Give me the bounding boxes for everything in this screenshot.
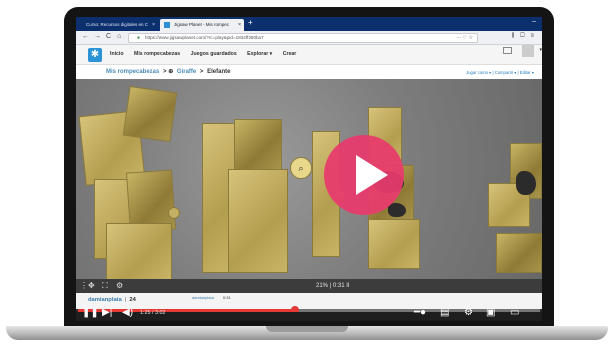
settings-icon[interactable]: ✥ xyxy=(88,281,95,290)
plus-icon[interactable]: + xyxy=(248,18,253,27)
puzzle-piece[interactable] xyxy=(228,169,288,273)
play-icon[interactable] xyxy=(356,155,388,195)
puzzle-actions: Jugar como ▾ | Compartir ▾ | Editar ▾ xyxy=(466,70,534,75)
lock-icon: ● xyxy=(137,35,141,41)
magnifier-icon[interactable]: ⌕ xyxy=(290,157,312,179)
volume-icon[interactable]: ◀) xyxy=(122,307,133,318)
menu-mis-rompecabezas[interactable]: Mis rompecabezas xyxy=(134,51,180,57)
breadcrumb-parent[interactable]: Giraffe xyxy=(177,69,196,75)
tab-title: Jigsaw Planet - Mis rompec xyxy=(174,22,230,27)
autoplay-toggle-icon[interactable]: ━● xyxy=(414,307,426,318)
puzzle-progress: 21% | 0:31 II xyxy=(316,283,350,289)
username-link[interactable]: damianplata xyxy=(88,297,122,303)
video-controls: ❚❚ ▶| ◀) 1:25 / 3:02 ━● ▤ ⚙ ▣ ▭ xyxy=(76,307,542,321)
pause-icon[interactable]: ❚❚ xyxy=(82,307,99,318)
miniplayer-icon[interactable]: ▣ xyxy=(486,307,495,318)
browser-tab-active[interactable]: Jigsaw Planet - Mis rompec × xyxy=(160,19,244,31)
browser-tab[interactable]: Curso: Recursos digitales en C × xyxy=(82,19,158,31)
close-icon[interactable]: × xyxy=(152,19,155,31)
laptop-notch xyxy=(266,326,348,332)
separator: > xyxy=(199,69,204,75)
menu-inicio[interactable]: Inicio xyxy=(110,51,124,57)
site-menu: Inicio Mis rompecabezas Juegos guardados… xyxy=(110,51,305,57)
meta-user[interactable]: damianplata xyxy=(192,295,214,300)
minimize-icon[interactable]: – xyxy=(532,18,536,25)
next-icon[interactable]: ▶| xyxy=(102,307,112,318)
browser-toolbar: ← → C ⌂ ● https://www.jigsawplanet.com/?… xyxy=(76,31,542,45)
toolbar-icons[interactable]: ⫼ ▢ ≡ xyxy=(512,33,536,40)
breadcrumb-root[interactable]: Mis rompecabezas xyxy=(106,69,159,75)
fullscreen-icon[interactable]: ⛶ xyxy=(102,281,108,291)
menu-icon[interactable]: ⋮ xyxy=(80,281,88,290)
separator: > ⊕ xyxy=(163,69,174,75)
mail-icon[interactable] xyxy=(503,47,512,54)
page-actions-icon[interactable]: ··· ♡ ☆ xyxy=(456,34,473,42)
chevron-down-icon[interactable]: ▾ xyxy=(539,47,542,53)
elephant-silhouette xyxy=(516,171,536,195)
browser-tab-bar: Curso: Recursos digitales en C × Jigsaw … xyxy=(76,17,542,31)
meta-time: 0:31 xyxy=(222,295,231,300)
url-text: https://www.jigsawplanet.com/?rc=play&pi… xyxy=(145,35,264,40)
piece-knob xyxy=(168,207,180,219)
home-icon[interactable]: ⌂ xyxy=(117,33,121,40)
edit-link[interactable]: Editar ▾ xyxy=(520,70,534,75)
play-as-link[interactable]: Jugar como ▾ xyxy=(466,70,491,75)
address-bar[interactable]: ● https://www.jigsawplanet.com/?rc=play&… xyxy=(128,33,478,43)
puzzle-piece[interactable] xyxy=(368,219,420,269)
puzzle-piece[interactable] xyxy=(496,233,542,273)
menu-explorar[interactable]: Explorar ▾ xyxy=(247,51,272,57)
puzzle-piece[interactable] xyxy=(234,119,282,171)
refresh-icon[interactable]: C xyxy=(106,33,111,40)
menu-crear[interactable]: Crear xyxy=(283,51,297,57)
gear-icon[interactable]: ⚙ xyxy=(116,281,123,290)
video-screen: Curso: Recursos digitales en C × Jigsaw … xyxy=(76,17,542,321)
comment-user: damianplata | 24 xyxy=(88,297,136,303)
puzzle-piece[interactable] xyxy=(122,85,178,143)
comment-meta: damianplata 0:31 xyxy=(192,295,231,300)
back-icon[interactable]: ← xyxy=(82,33,89,40)
share-link[interactable]: Compartir ▾ xyxy=(495,70,517,75)
breadcrumb: Mis rompecabezas > ⊕ Giraffe > Elefante … xyxy=(76,65,542,79)
puzzle-piece[interactable] xyxy=(106,223,172,281)
gear-icon[interactable]: ⚙ xyxy=(464,307,473,318)
favicon-icon xyxy=(164,22,170,28)
puzzle-logo-icon[interactable]: ✱ xyxy=(88,48,102,62)
puzzle-status-bar: ⋮ ✥ ⛶ ⚙ 21% | 0:31 II xyxy=(76,279,542,293)
menu-juegos-guardados[interactable]: Juegos guardados xyxy=(191,51,237,57)
page-title: Elefante xyxy=(207,69,231,75)
fullscreen-icon[interactable]: ▭ xyxy=(510,307,519,318)
video-time: 1:25 / 3:02 xyxy=(140,310,166,316)
score-value: 24 xyxy=(129,297,136,303)
site-header: ✱ Inicio Mis rompecabezas Juegos guardad… xyxy=(76,45,542,65)
puzzle-board[interactable] xyxy=(76,79,542,293)
subtitles-icon[interactable]: ▤ xyxy=(440,307,449,318)
avatar[interactable] xyxy=(522,45,534,57)
close-icon[interactable]: × xyxy=(238,19,241,31)
elephant-silhouette xyxy=(388,203,406,217)
tab-title: Curso: Recursos digitales en C xyxy=(86,22,149,27)
laptop-mockup: Curso: Recursos digitales en C × Jigsaw … xyxy=(0,0,614,354)
forward-icon[interactable]: → xyxy=(94,33,101,40)
